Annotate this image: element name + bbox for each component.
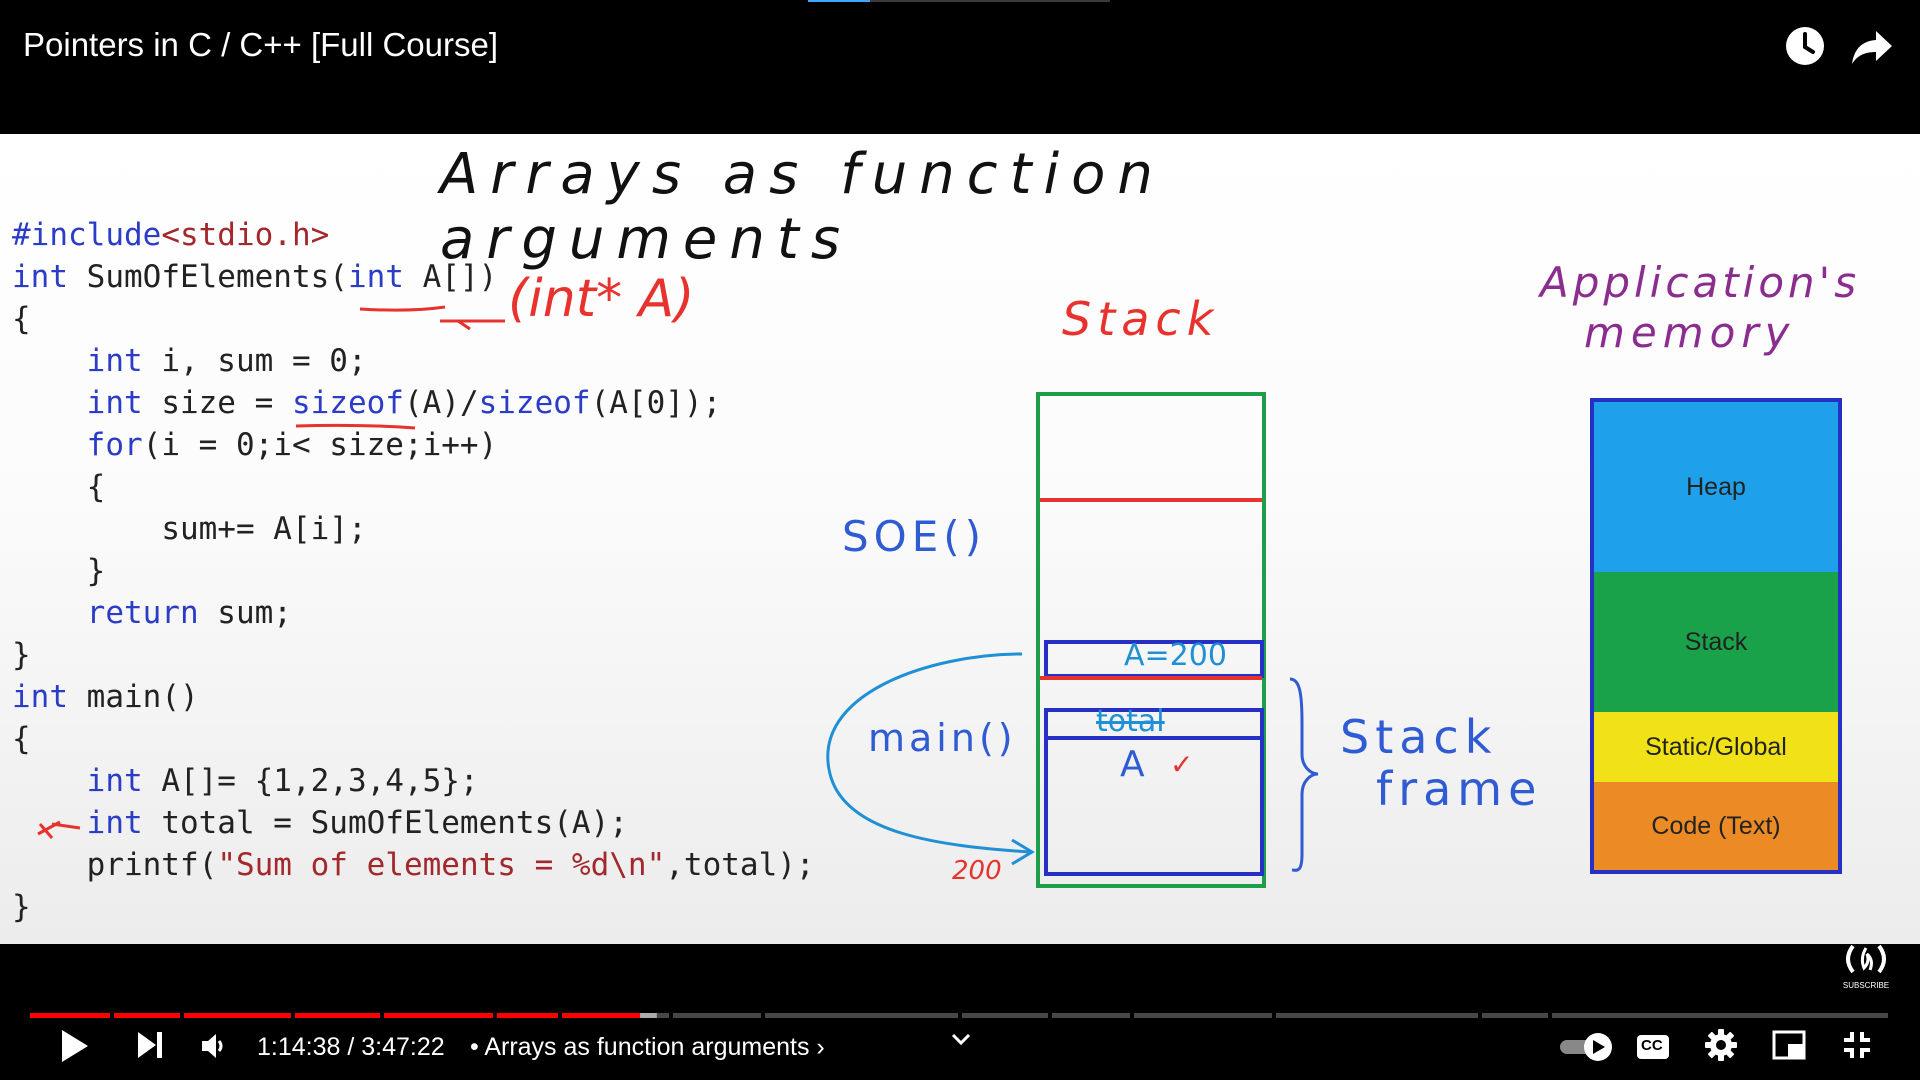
check-mark-icon: ✓ [1170,748,1194,781]
stack-frame-line1: Stack [1340,710,1498,764]
played-segment[interactable] [30,1013,110,1018]
app-memory-line2: memory [1584,308,1796,357]
main-label: main() [868,716,1017,760]
static-global-segment: Static/Global [1594,712,1838,782]
chapter-segment[interactable] [765,1013,958,1018]
played-segment[interactable] [295,1013,380,1018]
chapter-segment[interactable] [962,1013,1048,1018]
title-bar: Pointers in C / C++ [Full Course] [0,0,1920,134]
gear-icon[interactable] [1704,1028,1738,1067]
chevron-down-icon[interactable] [950,1032,972,1051]
played-segment[interactable] [184,1013,291,1018]
address-200: 200 [952,856,1002,886]
time-readout: 1:14:38 / 3:47:22 [257,1033,445,1061]
stack-segment: Stack [1594,572,1838,712]
volume-icon[interactable] [200,1032,226,1065]
video-frame[interactable]: Arrays as function arguments #include<st… [0,134,1920,944]
exit-fullscreen-icon[interactable] [1842,1030,1872,1065]
played-segment[interactable] [497,1013,558,1018]
subscribe-label: SUBSCRIBE [1842,981,1890,990]
int-pointer-note: (int* A) [508,269,695,329]
a-slot: A [1120,744,1145,785]
app-memory-line1: Application's [1540,258,1861,307]
video-title[interactable]: Pointers in C / C++ [Full Course] [23,26,498,64]
play-icon[interactable] [58,1028,90,1069]
heap-segment: Heap [1594,402,1838,572]
stack-diagram: A=200 total A ✓ [1036,392,1266,944]
stack-divider [1040,498,1262,502]
total-slot: total [1096,704,1165,739]
chapter-segment[interactable] [1052,1013,1130,1018]
skip-next-icon[interactable] [136,1030,164,1065]
chapter-segments[interactable] [30,1013,1890,1018]
clock-icon[interactable] [1781,22,1829,70]
played-segment[interactable] [384,1013,493,1018]
frame-divider [1040,676,1262,680]
soe-label: SOE() [842,512,987,561]
memory-diagram: Heap Stack Static/Global Code (Text) [1590,398,1842,874]
channel-logo-badge[interactable]: SUBSCRIBE [1840,942,1892,996]
a-equals-200: A=200 [1124,638,1227,673]
chapter-title[interactable]: • Arrays as function arguments › [470,1033,825,1062]
cc-label: CC [1641,1037,1663,1054]
chapter-segment[interactable] [1482,1013,1548,1018]
chapter-segment[interactable] [1552,1013,1888,1018]
share-arrow-icon[interactable] [1848,22,1896,70]
cc-button[interactable]: CC [1636,1034,1670,1065]
miniplayer-icon[interactable] [1772,1030,1806,1065]
stack-label: Stack [1062,292,1220,346]
played-segment[interactable] [562,1013,641,1018]
chapter-segment[interactable] [673,1013,761,1018]
stack-frame-line2: frame [1376,762,1543,816]
code-text-segment: Code (Text) [1594,782,1838,870]
progress-bar[interactable] [30,1005,1890,1018]
chapter-segment[interactable] [1276,1013,1478,1018]
autoplay-toggle-icon[interactable] [1558,1032,1614,1067]
chapter-segment[interactable] [1134,1013,1272,1018]
freecodecamp-logo-icon [1846,944,1886,974]
top-progress-accent [808,0,870,2]
played-segment[interactable] [114,1013,180,1018]
